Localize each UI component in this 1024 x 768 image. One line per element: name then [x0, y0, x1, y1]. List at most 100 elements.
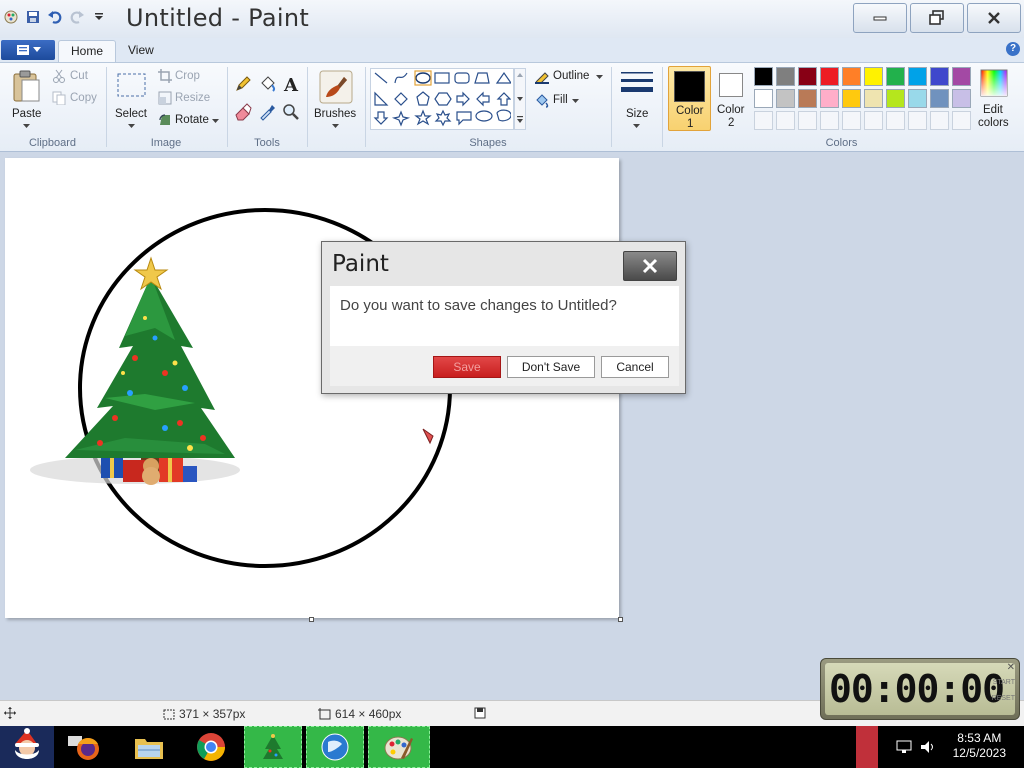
canvas-resize-handle-bottom[interactable]: [309, 617, 314, 622]
color-picker-tool-button[interactable]: [256, 101, 278, 123]
svg-text:A: A: [283, 75, 299, 93]
fill-tool-button[interactable]: [256, 73, 278, 95]
text-tool-button[interactable]: A: [280, 73, 302, 95]
pencil-tool-button[interactable]: [232, 73, 254, 95]
palette-swatch-empty[interactable]: [820, 111, 839, 130]
palette-swatch[interactable]: [776, 67, 795, 86]
palette-swatch[interactable]: [930, 67, 949, 86]
palette-swatch-empty[interactable]: [798, 111, 817, 130]
separator: [307, 67, 308, 147]
edit-colors-button[interactable]: Edit colors: [975, 67, 1015, 129]
resize-label: Resize: [175, 92, 211, 104]
cancel-button[interactable]: Cancel: [601, 356, 669, 378]
shapes-gallery[interactable]: [370, 68, 514, 130]
palette-swatch[interactable]: [820, 89, 839, 108]
palette-swatch[interactable]: [886, 89, 905, 108]
brushes-button[interactable]: Brushes: [312, 67, 360, 129]
chrome-taskbar-icon[interactable]: [190, 726, 232, 768]
pencil-icon: [236, 76, 251, 91]
redo-icon[interactable]: [68, 8, 86, 26]
palette-swatch[interactable]: [886, 67, 905, 86]
save-changes-dialog: Paint Do you want to save changes to Unt…: [321, 241, 686, 394]
save-icon[interactable]: [24, 8, 42, 26]
palette-swatch-empty[interactable]: [952, 111, 971, 130]
restore-button[interactable]: [910, 3, 964, 33]
paint-palette-icon: [384, 736, 413, 760]
close-window-button[interactable]: [967, 3, 1021, 33]
magnifier-tool-button[interactable]: [280, 101, 302, 123]
dont-save-button[interactable]: Don't Save: [507, 356, 595, 378]
size-button[interactable]: Size: [616, 67, 658, 129]
paint-taskbar-icon[interactable]: [368, 726, 430, 768]
notification-area-flag[interactable]: [856, 726, 878, 768]
color-2-button[interactable]: Color 2: [713, 66, 749, 131]
file-menu-icon: [16, 45, 29, 55]
palette-swatch[interactable]: [908, 89, 927, 108]
palette-swatch[interactable]: [842, 89, 861, 108]
palette-swatch[interactable]: [864, 89, 883, 108]
palette-swatch[interactable]: [864, 67, 883, 86]
timer-reset[interactable]: RESET: [992, 695, 1015, 702]
file-explorer-taskbar-icon[interactable]: [128, 726, 170, 768]
tab-view[interactable]: View: [116, 40, 166, 62]
palette-swatch[interactable]: [798, 89, 817, 108]
globe-app-taskbar-icon[interactable]: [306, 726, 364, 768]
file-menu-button[interactable]: [1, 40, 55, 60]
chevron-down-icon: [596, 75, 603, 79]
minimize-button[interactable]: [853, 3, 907, 33]
select-button[interactable]: Select: [112, 67, 152, 129]
start-button[interactable]: [0, 726, 54, 768]
palette-swatch[interactable]: [776, 89, 795, 108]
paste-button[interactable]: Paste: [6, 67, 48, 129]
palette-swatch-empty[interactable]: [908, 111, 927, 130]
file-size: [474, 707, 486, 719]
window-title: Untitled - Paint: [126, 4, 310, 32]
dialog-close-button[interactable]: [623, 251, 677, 281]
separator: [611, 67, 612, 147]
volume-icon[interactable]: [918, 726, 938, 768]
undo-icon[interactable]: [46, 8, 64, 26]
palette-swatch[interactable]: [952, 89, 971, 108]
paint-app-icon[interactable]: [2, 8, 20, 26]
palette-swatch-empty[interactable]: [930, 111, 949, 130]
palette-swatch[interactable]: [842, 67, 861, 86]
christmas-tree-image: [30, 256, 240, 485]
timer-start[interactable]: START: [993, 679, 1015, 686]
close-icon[interactable]: ✕: [1007, 662, 1015, 673]
eraser-tool-button[interactable]: [232, 101, 254, 123]
palette-swatch-empty[interactable]: [864, 111, 883, 130]
palette-swatch[interactable]: [908, 67, 927, 86]
palette-swatch[interactable]: [754, 89, 773, 108]
firefox-taskbar-icon[interactable]: [58, 726, 108, 768]
move-cursor-icon: [4, 707, 16, 719]
tab-home[interactable]: Home: [58, 40, 117, 62]
clock-time: 8:53 AM: [957, 731, 1002, 745]
selection-size-text: 371 × 357px: [179, 707, 246, 721]
text-icon: A: [283, 75, 299, 93]
customize-qat-icon[interactable]: [90, 8, 108, 26]
help-icon[interactable]: ?: [1006, 42, 1020, 56]
palette-swatch[interactable]: [930, 89, 949, 108]
canvas-resize-handle-corner[interactable]: [618, 617, 623, 622]
tree-app-taskbar-icon[interactable]: [244, 726, 302, 768]
outline-icon: [535, 72, 549, 84]
palette-swatch[interactable]: [952, 67, 971, 86]
network-icon[interactable]: [894, 726, 914, 768]
chevron-down-icon: [212, 119, 219, 123]
stopwatch-widget[interactable]: 00:00:00 ✕ START RESET: [820, 658, 1020, 720]
palette-swatch[interactable]: [820, 67, 839, 86]
color-1-button[interactable]: Color 1: [668, 66, 711, 131]
dialog-body: Do you want to save changes to Untitled?: [330, 286, 679, 346]
palette-swatch-empty[interactable]: [754, 111, 773, 130]
christmas-tree-icon: [263, 734, 283, 759]
palette-swatch[interactable]: [798, 67, 817, 86]
palette-swatch-empty[interactable]: [886, 111, 905, 130]
save-button[interactable]: Save: [433, 356, 501, 378]
palette-swatch-empty[interactable]: [842, 111, 861, 130]
system-clock[interactable]: 8:53 AM 12/5/2023: [953, 731, 1006, 761]
paint-bucket-icon: [261, 76, 276, 92]
shapes-scroll[interactable]: [514, 68, 526, 130]
palette-swatch[interactable]: [754, 67, 773, 86]
palette-swatch-empty[interactable]: [776, 111, 795, 130]
restore-icon: [929, 10, 944, 25]
